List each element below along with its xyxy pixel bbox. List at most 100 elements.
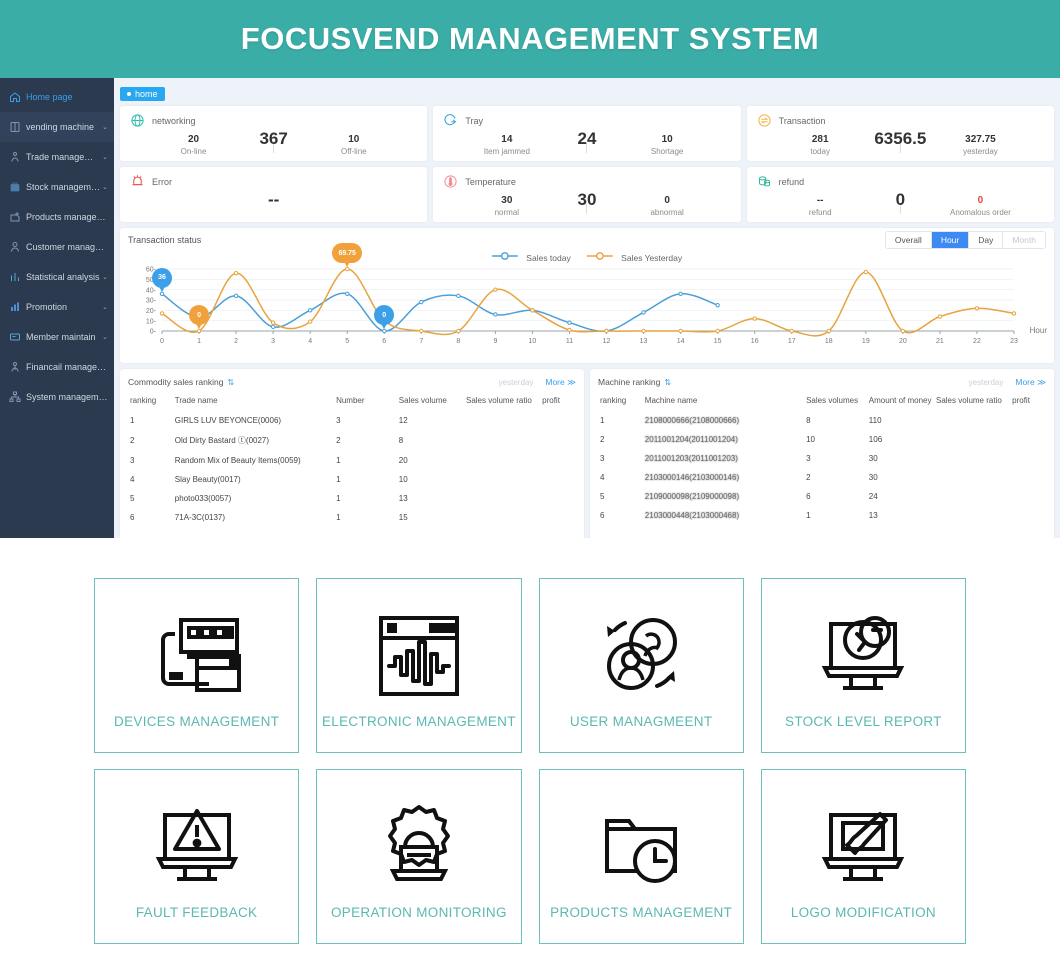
table-row[interactable]: 2 2011001204(2011001204) 10 106	[598, 430, 1046, 449]
home-icon	[8, 91, 21, 104]
range-button-day[interactable]: Day	[969, 232, 1004, 248]
svg-text:8: 8	[456, 338, 460, 345]
feature-card-logo-modification[interactable]: LOGO MODIFICATION	[760, 769, 966, 944]
commodity-table-header: Commodity sales ranking ⇅ yesterday More…	[128, 375, 576, 389]
chart-range-toggle: Overall Hour Day Month	[884, 231, 1046, 249]
kpi-right-label: Anomalous order	[949, 207, 1011, 217]
kpi-card-networking[interactable]: networking 367 20 On-line 10 Off-line	[120, 106, 428, 161]
finance-icon	[8, 361, 21, 374]
sidebar-item-customer-management[interactable]: Customer management	[0, 232, 114, 262]
kpi-card-tray[interactable]: Tray 24 14 Item jammed 10 Shortage	[433, 106, 741, 161]
column-header: ranking	[130, 396, 157, 405]
table-row[interactable]: 6 2103000448(2103000468) 1 13	[598, 506, 1046, 525]
feature-card-stock-level-report[interactable]: STOCK LEVEL REPORT	[760, 578, 966, 753]
table-row[interactable]: 6 71A-3C(0137) 1 15	[128, 508, 576, 527]
tray-cycle-icon	[443, 113, 458, 128]
range-button-overall[interactable]: Overall	[885, 232, 932, 248]
tab-home-label: home	[135, 89, 158, 99]
sidebar-item-financail-management[interactable]: Financail management	[0, 352, 114, 382]
kpi-title: refund	[778, 176, 805, 187]
table-cell: 2109000098(2109000098)	[644, 492, 740, 501]
chevron-down-icon: ⌄	[102, 124, 108, 131]
feature-card-devices-management[interactable]: DEVICES MANAGEMENT	[94, 578, 300, 753]
table-cell: photo033(0057)	[174, 494, 232, 503]
table-row[interactable]: 4 Slay Beauty(0017) 1 10	[128, 470, 576, 489]
table-row[interactable]: 4 2103000146(2103000146) 2 30	[598, 468, 1046, 487]
sidebar-item-trade-management[interactable]: Trade management ⌄	[0, 142, 114, 172]
chevron-down-icon: ⌄	[102, 154, 108, 161]
sidebar-item-label: Products management	[26, 212, 108, 222]
folder-clock-icon	[589, 793, 693, 901]
kpi-card-refund[interactable]: refund 0 -- refund 0 Anomalous order	[746, 167, 1054, 222]
commodity-table-header-row: ranking Trade name Number Sales volume Sales…	[128, 389, 576, 411]
monitor-warning-icon	[145, 793, 249, 901]
feature-card-fault-feedback[interactable]: FAULT FEEDBACK	[94, 769, 300, 944]
kpi-card-transaction[interactable]: Transaction 6356.5 281 today 327.75 yesterday	[746, 106, 1054, 161]
table-cell	[1010, 411, 1046, 430]
feature-card-products-management[interactable]: PRODUCTS MANAGEMENT	[538, 769, 744, 944]
table-cell: 8	[398, 436, 404, 445]
table-cell: GIRLS LUV BEYONCE(0006)	[174, 416, 282, 425]
sidebar-item-system-management[interactable]: System management	[0, 382, 114, 412]
table-row[interactable]: 1 2108000666(2108000666) 8 110	[598, 411, 1046, 430]
machine-more-link[interactable]: More ≫	[1015, 377, 1046, 388]
sidebar-item-statistical-analysis[interactable]: Statistical analysis ⌄	[0, 262, 114, 292]
commodity-table-title: Commodity sales ranking	[128, 377, 224, 387]
table-cell	[540, 411, 576, 430]
svg-text:10: 10	[529, 338, 537, 345]
sidebar-item-products-management[interactable]: Products management	[0, 202, 114, 232]
table-cell: 3	[130, 456, 135, 465]
column-header: profit	[1012, 396, 1030, 405]
kpi-card-error[interactable]: Error --	[120, 167, 428, 222]
kpi-main-value: 30	[577, 190, 597, 209]
feature-card-operation-monitoring[interactable]: OPERATION MONITORING	[316, 769, 522, 944]
sidebar-item-promotion[interactable]: Promotion ⌄	[0, 292, 114, 322]
table-cell	[934, 506, 1010, 525]
sidebar-item-home-page[interactable]: Home page	[0, 82, 114, 112]
legend-item-sales-today[interactable]: Sales today	[491, 248, 571, 266]
feature-card-user-managmeent[interactable]: USER MANAGMEENT	[538, 578, 744, 753]
table-row[interactable]: 3 Random Mix of Beauty Items(0059) 1 20	[128, 451, 576, 470]
table-row[interactable]: 2 Old Dirty Bastard ⓣ(0027) 2 8	[128, 430, 576, 451]
tab-home[interactable]: home	[120, 87, 165, 101]
commodity-more-link[interactable]: More ≫	[545, 377, 576, 388]
range-button-hour[interactable]: Hour	[931, 232, 970, 248]
sidebar-item-label: Stock management	[26, 182, 101, 192]
table-row[interactable]: 1 GIRLS LUV BEYONCE(0006) 3 12	[128, 411, 576, 430]
kpi-body: 6356.5 281 today 327.75 yesterday	[757, 129, 1044, 157]
table-row[interactable]: 3 2011001203(2011001203) 3 30	[598, 449, 1046, 468]
table-cell: 1	[336, 513, 341, 522]
table-cell: 13	[398, 494, 408, 503]
kpi-body: 24 14 Item jammed 10 Shortage	[443, 129, 730, 157]
table-cell: 15	[398, 513, 408, 522]
kpi-card-temperature[interactable]: Temperature 30 30 normal 0 abnormal	[433, 167, 741, 222]
table-cell	[540, 430, 576, 451]
svg-text:5: 5	[345, 338, 349, 345]
kpi-grid: networking 367 20 On-line 10 Off-line Tray 24 14…	[120, 106, 1054, 222]
sort-icon[interactable]: ⇅	[664, 378, 671, 387]
table-row[interactable]: 5 2109000098(2109000098) 6 24	[598, 487, 1046, 506]
svg-text:19: 19	[862, 338, 870, 345]
feature-card-electronic-management[interactable]: ELECTRONIC MANAGEMENT	[316, 578, 522, 753]
feature-card-grid: DEVICES MANAGEMENT ELECTRONIC MANAGEMENT U…	[0, 538, 1060, 944]
table-cell: 2	[600, 435, 605, 444]
table-cell	[540, 508, 576, 527]
sidebar-item-vending-machine[interactable]: vending machine ⌄	[0, 112, 114, 142]
table-row[interactable]: 5 photo033(0057) 1 13	[128, 489, 576, 508]
table-cell: 106	[868, 435, 883, 444]
sidebar-item-stock-management[interactable]: Stock management ⌄	[0, 172, 114, 202]
kpi-body: 367 20 On-line 10 Off-line	[130, 129, 417, 157]
kpi-left-value: --	[816, 195, 824, 207]
chart-legend: Sales today Sales Yesterday	[491, 248, 682, 266]
legend-item-sales-yesterday[interactable]: Sales Yesterday	[586, 248, 682, 266]
sort-icon[interactable]: ⇅	[227, 378, 234, 387]
commodity-sales-ranking-card: Commodity sales ranking ⇅ yesterday More…	[120, 369, 584, 538]
kpi-left-label: today	[810, 146, 830, 156]
table-cell: 2108000666(2108000666)	[644, 416, 740, 425]
table-cell: 4	[600, 473, 605, 482]
sidebar-item-member-maintain[interactable]: Member maintain ⌄	[0, 322, 114, 352]
thermometer-icon	[443, 174, 458, 189]
kpi-left-label: refund	[808, 207, 832, 217]
svg-text:0-: 0-	[150, 329, 157, 336]
table-cell: 1	[336, 475, 341, 484]
